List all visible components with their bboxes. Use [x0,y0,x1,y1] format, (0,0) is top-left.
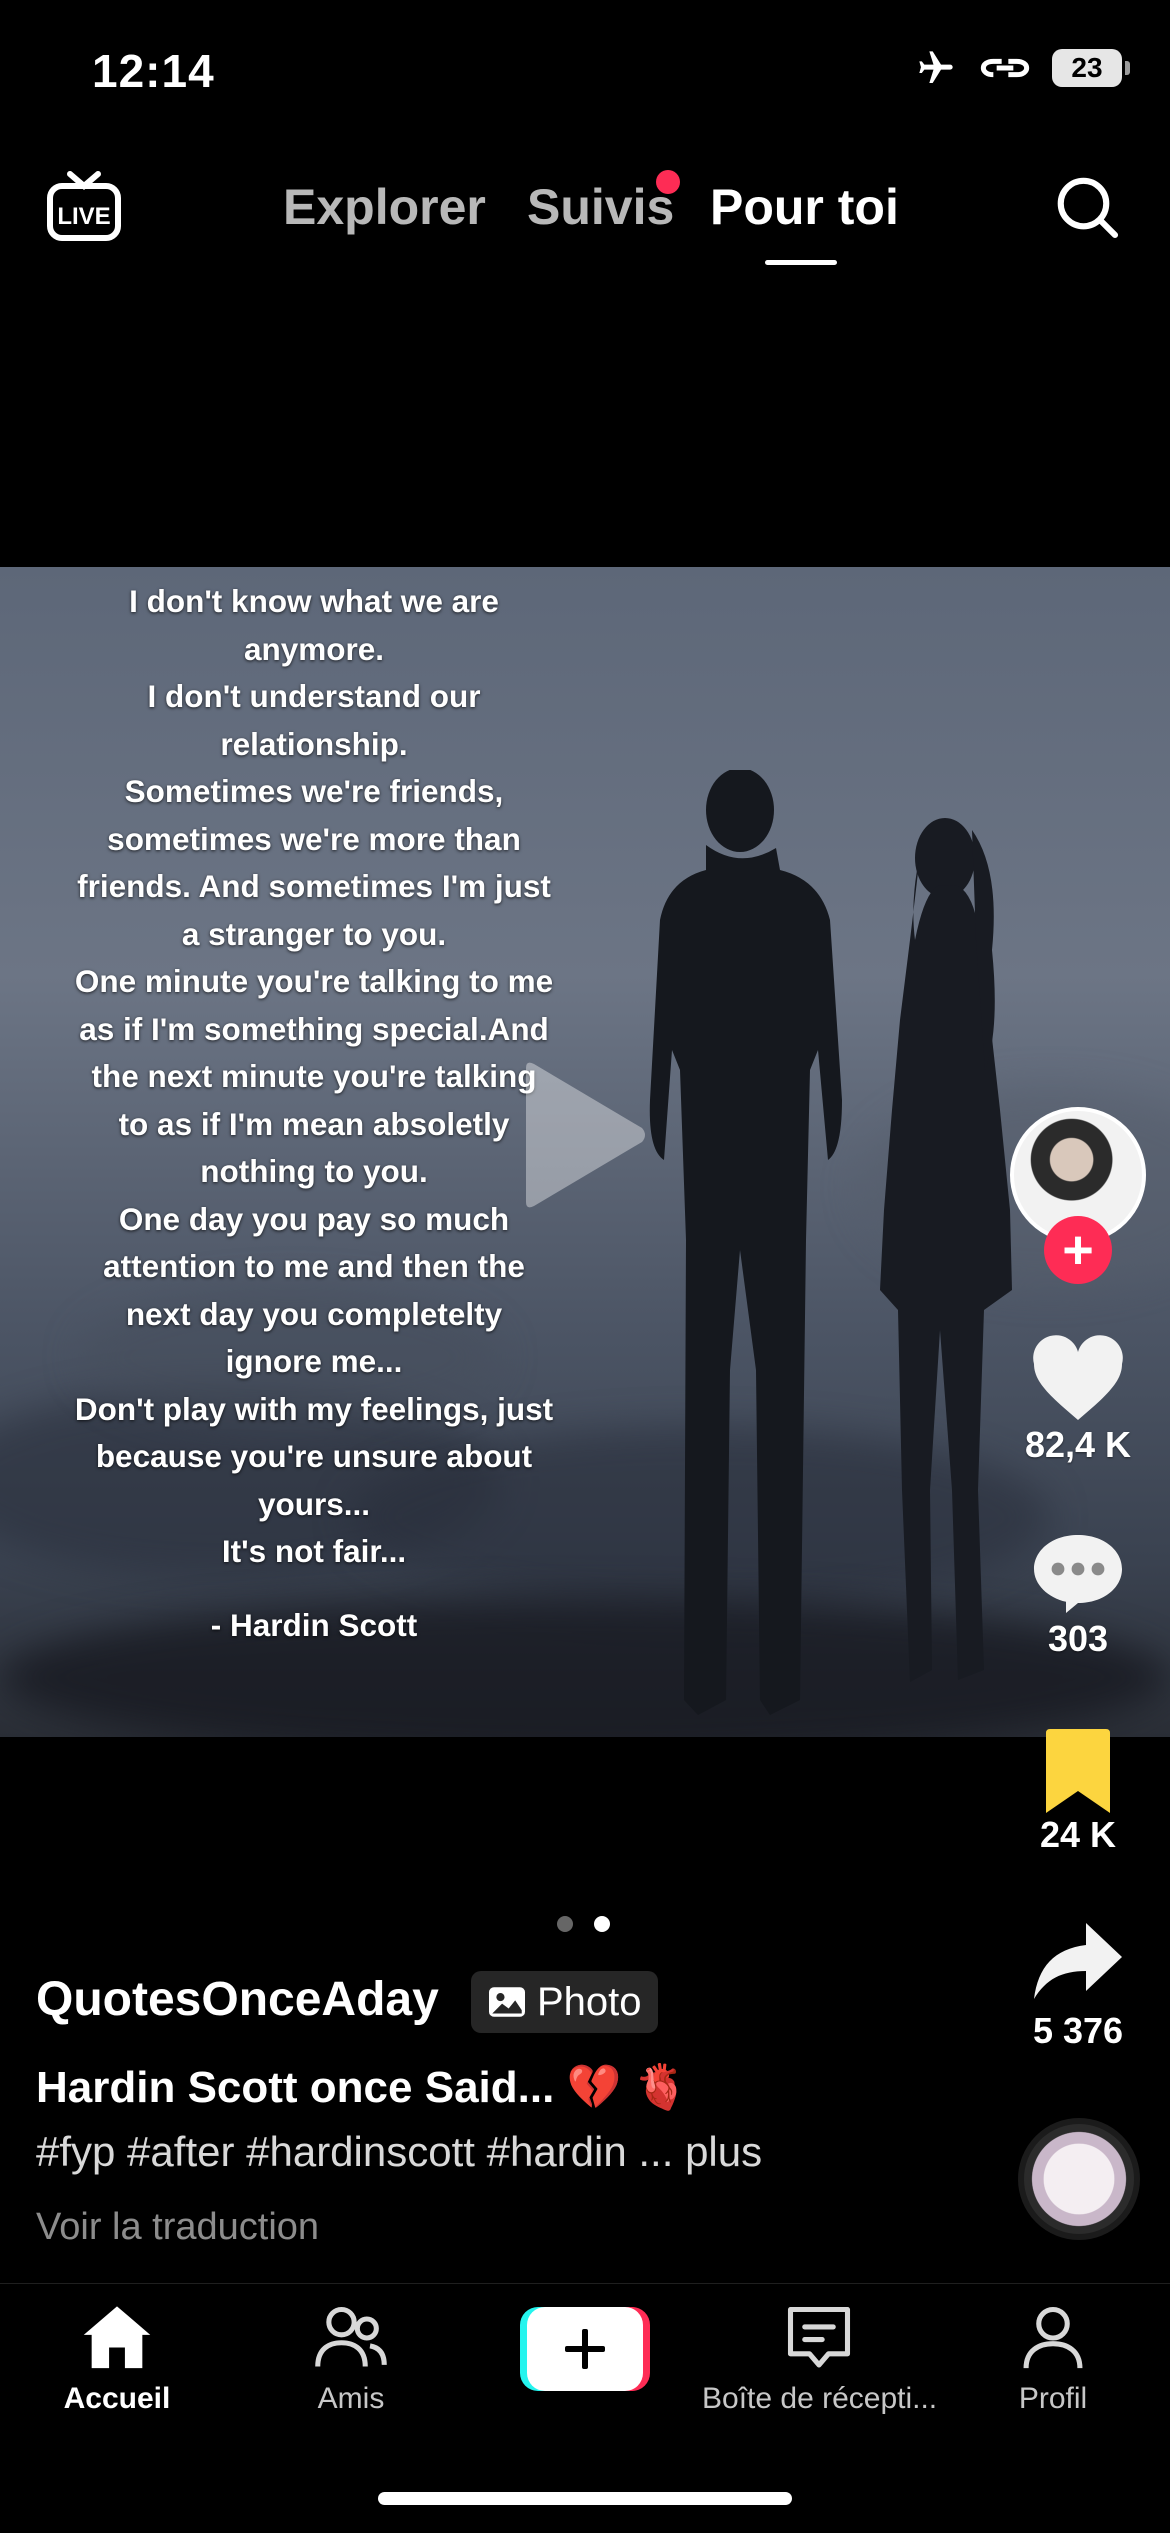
inbox-icon [787,2306,851,2368]
sound-disc[interactable] [1018,2118,1140,2240]
caption-title: Hardin Scott once Said... 💔 🫀 [36,2063,689,2112]
friends-icon [315,2306,387,2367]
like-count: 82,4 K [1024,1424,1132,1465]
quote-text: I don't know what we are anymore. I don'… [60,578,568,1649]
nav-accueil[interactable]: Accueil [0,2300,234,2416]
live-icon[interactable]: LIVE [44,166,124,246]
home-indicator [378,2492,792,2505]
tab-suivis[interactable]: Suivis [527,178,674,236]
search-icon[interactable] [1052,172,1122,242]
nav-profil[interactable]: Profil [936,2300,1170,2416]
status-icons: 23 [914,48,1130,88]
image-icon [489,1987,525,2017]
comment-icon[interactable] [1030,1528,1126,1618]
photo-badge-label: Photo [537,1979,642,2024]
nav-label-inbox: Boîte de récepti... [702,2382,938,2415]
tab-explorer[interactable]: Explorer [283,178,486,236]
nav-label-amis: Amis [317,2382,385,2415]
svg-text:LIVE: LIVE [57,203,110,230]
share-icon[interactable] [1030,1918,1126,2008]
save-count: 24 K [1039,1814,1117,1855]
share-count: 5 376 [1032,2010,1124,2051]
caption-hashtags: #fyp #after #hardinscott #hardin ... plu… [36,2128,762,2176]
hashtag-list[interactable]: #fyp #after #hardinscott #hardin ... [36,2128,673,2175]
nav-inbox[interactable]: Boîte de récepti... [702,2300,938,2416]
home-icon [83,2306,151,2369]
link-icon [980,58,1030,78]
comment-count: 303 [1047,1618,1109,1659]
translate-link[interactable]: Voir la traduction [36,2206,319,2249]
nav-label-profil: Profil [1018,2382,1088,2415]
photo-badge: Photo [471,1971,658,2033]
tab-pour-toi[interactable]: Pour toi [710,178,899,236]
status-time: 12:14 [92,45,215,97]
couple-silhouette [649,770,1012,1715]
carousel-dot-2[interactable] [594,1916,610,1932]
profile-icon [1023,2306,1083,2369]
nav-label-accueil: Accueil [63,2382,171,2415]
carousel-dot-1[interactable] [557,1916,573,1932]
heart-icon[interactable] [1030,1335,1126,1425]
quote-author: - Hardin Scott [210,1606,418,1643]
nav-amis[interactable]: Amis [234,2300,468,2416]
creator-username[interactable]: QuotesOnceAday [36,1972,439,2027]
bookmark-icon[interactable] [1030,1728,1126,1818]
more-link[interactable]: plus [685,2128,762,2175]
play-icon[interactable] [520,1060,650,1210]
airplane-icon [919,51,953,83]
follow-button[interactable]: + [1044,1216,1112,1284]
notification-dot [656,170,680,194]
battery-indicator: 23 [1052,49,1130,87]
active-tab-indicator [765,260,837,265]
create-icon[interactable] [520,2307,650,2391]
